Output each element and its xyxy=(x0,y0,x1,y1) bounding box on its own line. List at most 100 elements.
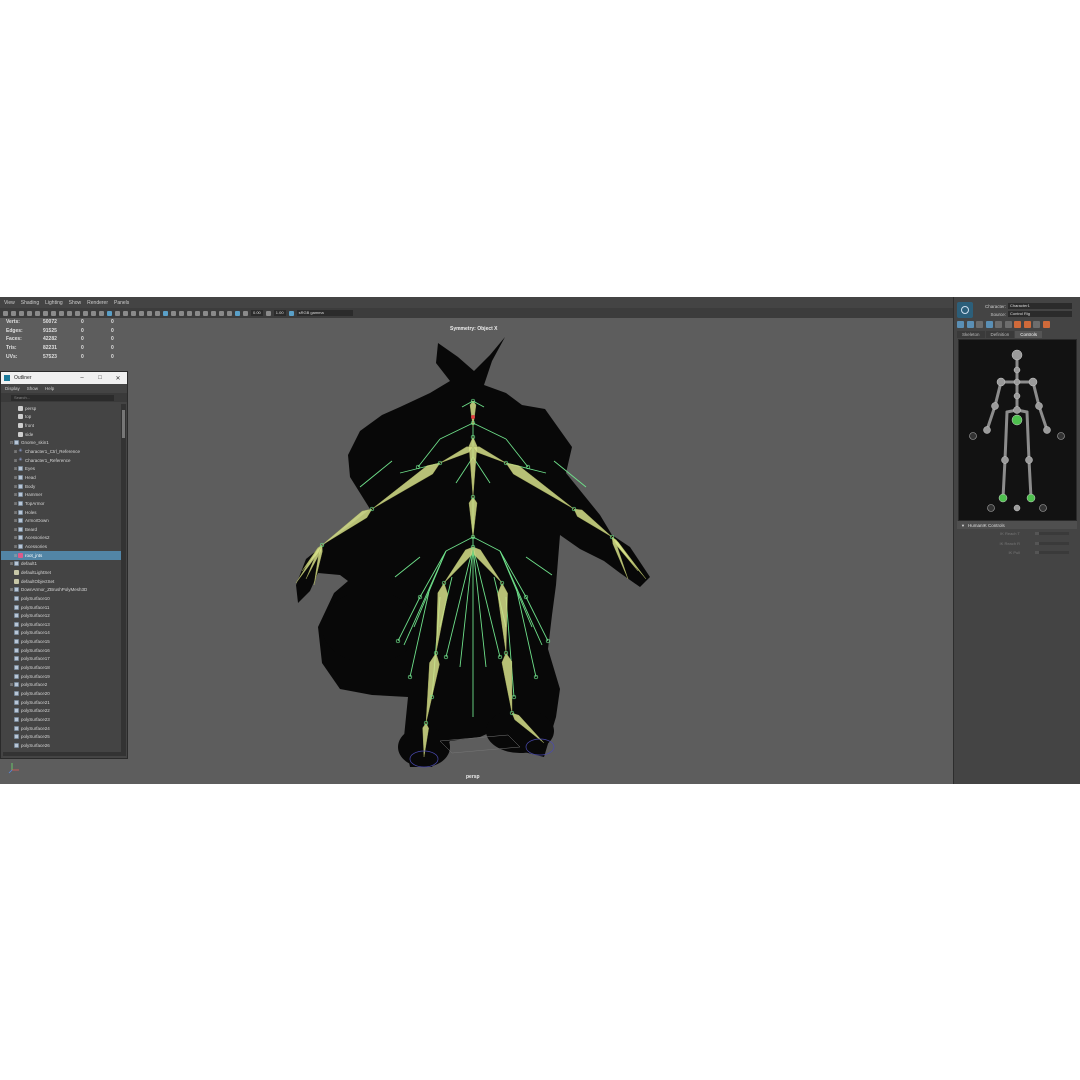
outliner-item[interactable]: ⊞ ArmorDown xyxy=(1,516,122,525)
hik-pin-icon[interactable] xyxy=(969,432,977,440)
outliner-item[interactable]: ⊞ root_jnts xyxy=(1,550,122,560)
xray-icon[interactable] xyxy=(163,310,168,316)
hik-effector[interactable] xyxy=(996,377,1006,387)
minimize-icon[interactable]: – xyxy=(73,375,91,382)
safe-title-icon[interactable] xyxy=(83,310,88,316)
viewport-menu-item[interactable]: Show xyxy=(69,300,82,306)
viewport-menu-item[interactable]: View xyxy=(4,300,15,306)
full-body-icon[interactable] xyxy=(966,321,974,328)
humanik-tab[interactable]: Controls xyxy=(1015,331,1043,338)
depth-of-field-icon[interactable] xyxy=(219,310,224,316)
resolution-gate-icon[interactable] xyxy=(51,310,56,316)
outliner-window[interactable]: Outliner – □ ✕ Display Show Help Search...… xyxy=(0,371,128,759)
viewport-menu-item[interactable]: Shading xyxy=(21,300,39,306)
hik-effector[interactable] xyxy=(1011,349,1023,361)
hik-effector[interactable] xyxy=(1013,504,1021,512)
view-transform-select[interactable]: sRGB gamma xyxy=(296,310,353,316)
gamma-field[interactable]: 1.00 xyxy=(273,310,286,316)
outliner-item[interactable]: polySurface14 xyxy=(1,629,122,638)
hik-effector[interactable] xyxy=(1026,493,1036,503)
outliner-list[interactable]: persp top front side ⊟ Gnome_skin1 ⊞ ✳ Character… xyxy=(1,404,122,754)
anti-aliasing-icon[interactable] xyxy=(211,310,216,316)
hik-effector[interactable] xyxy=(1001,456,1009,464)
fk-mode-icon[interactable] xyxy=(1004,321,1012,328)
outliner-item[interactable]: ⊞ Acessories2 xyxy=(1,534,122,543)
outliner-item[interactable]: polySurface16 xyxy=(1,646,122,655)
outliner-item[interactable]: front xyxy=(1,421,122,430)
hik-effector[interactable] xyxy=(1013,406,1021,414)
outliner-item[interactable]: polySurface23 xyxy=(1,715,122,724)
outliner-item[interactable]: ⊞ Eyes xyxy=(1,464,122,473)
hik-effector[interactable] xyxy=(1011,414,1023,426)
motion-blur-icon[interactable] xyxy=(203,310,208,316)
viewport-menu-item[interactable]: Panels xyxy=(114,300,129,306)
hik-effector[interactable] xyxy=(1043,426,1051,434)
scene-canvas[interactable] xyxy=(0,297,953,784)
safe-action-icon[interactable] xyxy=(75,310,80,316)
outliner-item[interactable]: ⊞ Hammer xyxy=(1,490,122,499)
stance-pose-icon[interactable] xyxy=(1042,321,1050,328)
humanik-controls-header[interactable]: ▼ HumanIK Controls xyxy=(957,521,1077,529)
default-material-icon[interactable] xyxy=(123,310,128,316)
pan-zoom-icon[interactable] xyxy=(91,310,96,316)
outliner-item[interactable]: defaultLightSet xyxy=(1,568,122,577)
grease-pencil-icon[interactable] xyxy=(99,310,104,316)
outliner-item[interactable]: polySurface13 xyxy=(1,620,122,629)
outliner-item[interactable]: ⊟ Gnome_skin1 xyxy=(1,439,122,448)
body-part-icon[interactable] xyxy=(976,321,983,328)
outliner-item[interactable]: polySurface10 xyxy=(1,594,122,603)
selection-mode-icon[interactable] xyxy=(985,321,993,328)
viewport-panel[interactable]: View Shading Lighting Show Renderer Panels xyxy=(0,297,953,784)
film-gate-icon[interactable] xyxy=(43,310,48,316)
slider-handle[interactable] xyxy=(1035,551,1039,554)
lights-icon[interactable] xyxy=(147,310,152,316)
outliner-item[interactable]: polySurface19 xyxy=(1,672,122,681)
hik-effector[interactable] xyxy=(991,402,999,410)
outliner-item[interactable]: polySurface18 xyxy=(1,663,122,672)
outliner-item[interactable]: persp xyxy=(1,404,122,413)
outliner-menu-item[interactable]: Display xyxy=(5,386,20,391)
ambient-occlusion-icon[interactable] xyxy=(195,310,200,316)
textured-icon[interactable] xyxy=(139,310,144,316)
viewport-menu-item[interactable]: Renderer xyxy=(87,300,108,306)
gate-mask-icon[interactable] xyxy=(59,310,64,316)
outliner-item[interactable]: ⊞ TopArmor xyxy=(1,499,122,508)
wireframe-icon[interactable] xyxy=(107,310,112,316)
viewport-menu-item[interactable]: Lighting xyxy=(45,300,63,306)
outliner-item[interactable]: polySurface25 xyxy=(1,732,122,741)
image-plane-icon[interactable] xyxy=(27,310,32,316)
exposure-icon[interactable] xyxy=(243,310,248,316)
outliner-item[interactable]: ⊞ Beard xyxy=(1,525,122,534)
hik-effector[interactable] xyxy=(1013,378,1021,386)
outliner-item[interactable]: ⊞ ✳ Character1_Reference xyxy=(1,456,122,465)
hik-effector[interactable] xyxy=(1028,377,1038,387)
outliner-scrollbar[interactable] xyxy=(121,404,126,756)
outliner-menu-item[interactable]: Help xyxy=(45,386,54,391)
outliner-item[interactable]: polySurface24 xyxy=(1,724,122,733)
outliner-item[interactable]: side xyxy=(1,430,122,439)
backface-culling-icon[interactable] xyxy=(187,310,192,316)
outliner-item[interactable]: polySurface15 xyxy=(1,637,122,646)
outliner-item[interactable]: ⊞ Acessories xyxy=(1,542,122,551)
hik-effector[interactable] xyxy=(1025,456,1033,464)
maximize-icon[interactable]: □ xyxy=(91,375,109,382)
xray-active-icon[interactable] xyxy=(171,310,176,316)
outliner-menu-item[interactable]: Show xyxy=(27,386,38,391)
outliner-hscrollbar[interactable] xyxy=(3,752,121,756)
close-icon[interactable]: ✕ xyxy=(109,375,127,382)
pin-translate-icon[interactable] xyxy=(1014,321,1021,328)
outliner-item[interactable]: polySurface22 xyxy=(1,706,122,715)
outliner-item[interactable]: ⊞ polySurface2 xyxy=(1,681,122,690)
ik-mode-icon[interactable] xyxy=(995,321,1002,328)
grid-icon[interactable] xyxy=(35,310,40,316)
slider-handle[interactable] xyxy=(1035,532,1039,535)
character-select[interactable]: Character1 xyxy=(1008,303,1072,309)
slider-handle[interactable] xyxy=(1035,541,1039,545)
outliner-item[interactable]: polySurface17 xyxy=(1,655,122,664)
head-joint-marker[interactable] xyxy=(471,415,475,419)
exposure-field[interactable]: 0.00 xyxy=(251,310,263,316)
color-management-icon[interactable] xyxy=(288,310,294,316)
humanik-param-slider[interactable] xyxy=(1035,541,1069,545)
hammer-head-shape[interactable] xyxy=(322,591,418,663)
hik-effector[interactable] xyxy=(1013,366,1021,374)
